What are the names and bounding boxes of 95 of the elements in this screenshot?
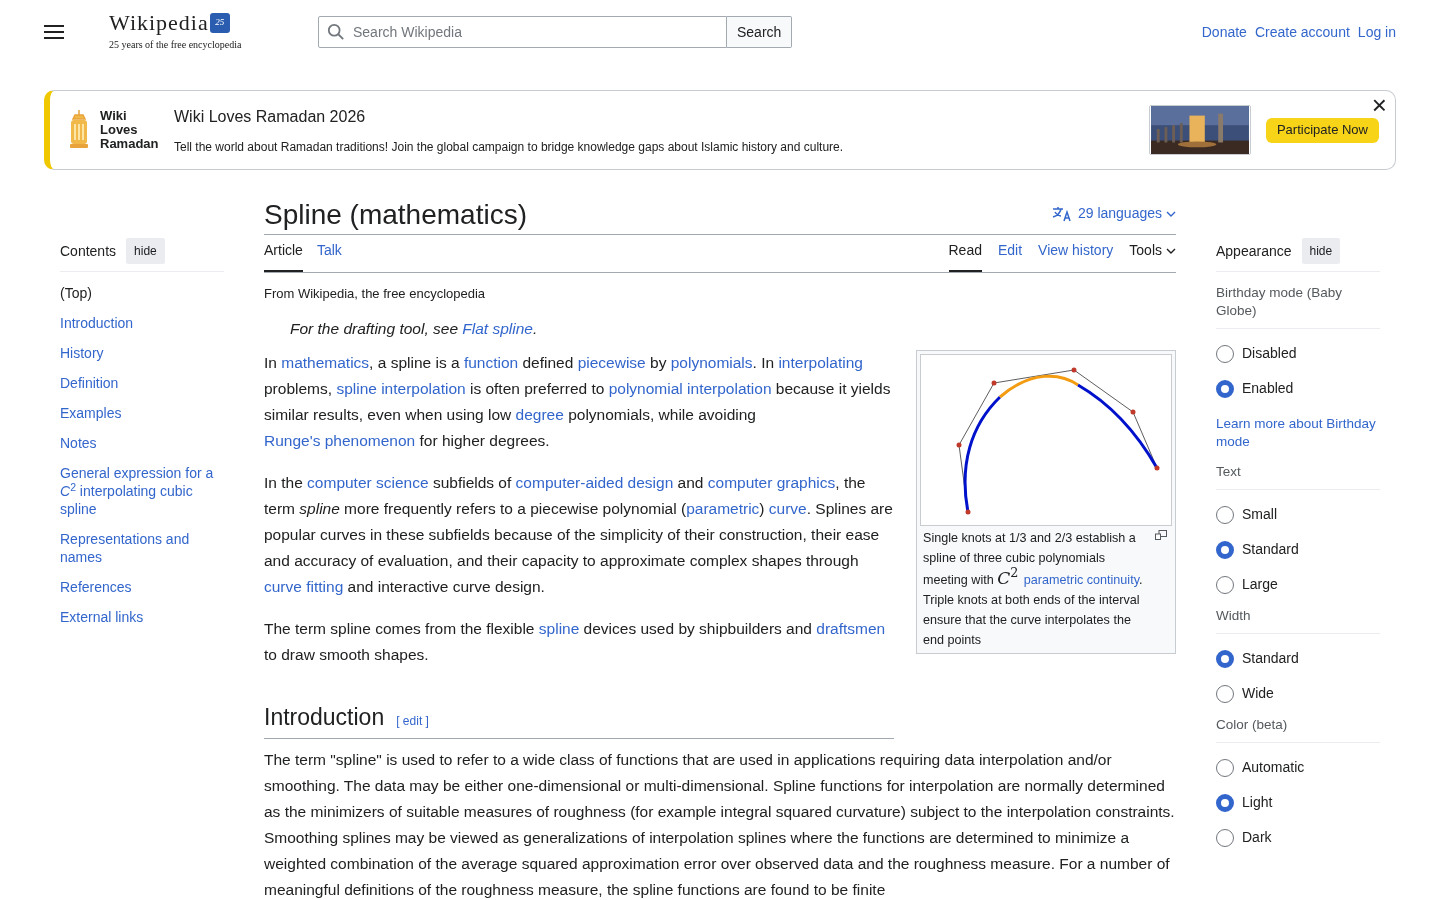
header-link[interactable]: Donate xyxy=(1201,21,1247,43)
contents-item[interactable]: Notes xyxy=(60,434,224,452)
hide-button[interactable]: hide xyxy=(1301,238,1341,264)
page-tab[interactable]: Article xyxy=(264,240,303,272)
option-label: Automatic xyxy=(1242,758,1305,777)
lantern-icon xyxy=(68,110,90,150)
site-tagline: From Wikipedia, the free encyclopedia xyxy=(264,285,487,303)
radio-button[interactable] xyxy=(1216,793,1234,812)
option-label: Dark xyxy=(1242,828,1272,847)
link[interactable]: spline xyxy=(538,619,580,637)
figure-caption: Single knots at 1/3 and 2/3 establish a spline of three cubic polynomials meeting with C$^{2}$ parametric continuity. Triple knots at both ends of the interval ensure that the curve interpolates the end points xyxy=(922,529,1144,649)
logo-tagline: 25 years of the free encyclopedia xyxy=(109,38,242,52)
header-link[interactable]: Log in xyxy=(1357,21,1396,43)
contents-item[interactable]: Introduction xyxy=(60,314,224,332)
header-link[interactable]: Create account xyxy=(1254,21,1350,43)
link[interactable]: draftsmen xyxy=(816,619,886,637)
contents-heading: Contents xyxy=(60,241,117,261)
option-group-title: Birthday mode (Baby Globe) xyxy=(1216,284,1380,329)
menu-icon[interactable] xyxy=(44,24,64,40)
puzzle-badge-icon: 25 xyxy=(209,13,230,33)
appearance-heading: Appearance xyxy=(1216,241,1292,261)
contents-item[interactable]: Definition xyxy=(60,374,224,392)
link[interactable]: Flat spline xyxy=(462,319,533,337)
enlarge-icon[interactable] xyxy=(1155,529,1167,540)
option-label: Standard xyxy=(1242,540,1299,559)
radio-button[interactable] xyxy=(1216,684,1234,703)
search-input[interactable]: Search Wikipedia xyxy=(353,21,718,43)
link[interactable]: interpolating xyxy=(778,353,863,371)
radio-button[interactable] xyxy=(1216,828,1234,847)
link[interactable]: computer science xyxy=(307,473,429,491)
translate-icon xyxy=(1051,205,1072,222)
banner-text: Tell the world about Ramadan traditions! Join the global campaign to bridge knowledge gaps about Islamic history and culture. xyxy=(174,138,845,156)
option-label: Light xyxy=(1242,793,1273,812)
link[interactable]: spline interpolation xyxy=(336,379,466,397)
link[interactable]: curve xyxy=(768,499,807,517)
contents-item[interactable]: General expression for a C$^{2}$ interpolating cubic spline xyxy=(60,464,224,518)
page-title: Spline (mathematics) xyxy=(264,198,527,232)
option-label: Standard xyxy=(1242,649,1299,668)
math-formula: C$^{2}$ xyxy=(997,567,1020,588)
link[interactable]: parametric continuity xyxy=(1023,572,1139,587)
contents-item[interactable]: (Top) xyxy=(60,284,224,302)
search-field[interactable]: Search Wikipedia xyxy=(318,16,727,48)
learn-more-link[interactable]: Learn more about Birthday mode xyxy=(1216,415,1380,451)
contents-item[interactable]: References xyxy=(60,578,224,596)
link[interactable]: polynomial interpolation xyxy=(608,379,772,397)
radio-button[interactable] xyxy=(1216,758,1234,777)
radio-button[interactable] xyxy=(1216,649,1234,668)
option-group-title: Text xyxy=(1216,463,1380,490)
contents-item[interactable]: Representations and names xyxy=(60,530,224,566)
radio-button[interactable] xyxy=(1216,379,1234,398)
search-button[interactable]: Search xyxy=(727,16,793,48)
languages-button[interactable]: 29 languages xyxy=(1051,203,1176,224)
option-group-title: Width xyxy=(1216,607,1380,634)
banner-logo-text: Wiki Loves Ramadan xyxy=(100,109,160,151)
option-label: Enabled xyxy=(1242,379,1294,398)
radio-button[interactable] xyxy=(1216,505,1234,524)
section-heading: Introduction xyxy=(264,702,385,732)
paragraph: In the computer science subfields of computer-aided design and computer graphics, the term spline more frequently refers to a piecewise polynomial (parametric) curve. Splines are popular curves in these subfields because of the simplicity of their construction, their ease and accuracy of evaluation, and their capacity to approximate complex shapes through curve fitting and interactive curve design. xyxy=(264,472,894,597)
option-group-title: Color (beta) xyxy=(1216,716,1380,743)
edit-section-link[interactable]: [ edit ] xyxy=(396,707,429,734)
page-tab[interactable]: Edit xyxy=(997,240,1023,272)
link[interactable]: curve fitting xyxy=(264,577,344,595)
paragraph: The term "spline" is used to refer to a wide class of functions that are used in applications requiring data interpolation and/or smoothing. The data may be either one-dimensional or multi-dimensional. Spline functions for interpolation are normally determined as the minimizers of suitable measures of roughness (for example integral squared curvature) subject to the interpolation constraints. Smoothing splines may be viewed as generalizations of interpolation splines where the functions are determined to minimize a weighted combination of the average squared approximation error over observed data and the roughness measure. For a number of meaningful definitions of the roughness measure, the spline functions are found to be finite xyxy=(264,749,1176,900)
radio-button[interactable] xyxy=(1216,575,1234,594)
close-button[interactable]: × xyxy=(1371,92,1387,118)
page-tab[interactable]: View history xyxy=(1038,240,1114,272)
tools-menu-button[interactable]: Tools xyxy=(1129,240,1176,272)
option-label: Wide xyxy=(1242,684,1274,703)
link[interactable]: computer-aided design xyxy=(515,473,674,491)
link[interactable]: function xyxy=(463,353,519,371)
link[interactable]: piecewise xyxy=(577,353,646,371)
link[interactable]: parametric xyxy=(686,499,760,517)
link[interactable]: degree xyxy=(515,405,564,423)
banner-title: Wiki Loves Ramadan 2026 xyxy=(174,106,367,127)
option-label: Large xyxy=(1242,575,1278,594)
hide-button[interactable]: hide xyxy=(126,238,165,264)
option-label: Small xyxy=(1242,505,1277,524)
contents-item[interactable]: Examples xyxy=(60,404,224,422)
option-label: Disabled xyxy=(1242,344,1297,363)
link[interactable]: polynomials xyxy=(670,353,753,371)
hatnote: For the drafting tool, see Flat spline. xyxy=(289,318,539,339)
radio-button[interactable] xyxy=(1216,344,1234,363)
participate-button[interactable]: Participate Now xyxy=(1265,117,1379,143)
search-icon xyxy=(327,23,345,41)
contents-item[interactable]: History xyxy=(60,344,224,362)
chevron-down-icon xyxy=(1166,247,1176,254)
chevron-down-icon xyxy=(1166,210,1176,217)
page-tab[interactable]: Talk xyxy=(316,240,342,272)
page-tab[interactable]: Read xyxy=(948,240,982,272)
contents-item[interactable]: External links xyxy=(60,608,224,626)
radio-button[interactable] xyxy=(1216,540,1234,559)
link[interactable]: Runge's phenomenon xyxy=(264,431,416,449)
logo-wordmark[interactable]: Wikipedia xyxy=(109,12,209,34)
paragraph: The term spline comes from the flexible spline devices used by shipbuilders and draftsmen to draw smooth shapes. xyxy=(264,618,887,665)
paragraph: In mathematics, a spline is a function defined piecewise by polynomials. In interpolating problems, spline interpolation is often preferred to polynomial interpolation because it yields similar results, even when using low degree polynomials, while avoiding Runge's phenomenon for higher degrees. xyxy=(264,352,892,451)
